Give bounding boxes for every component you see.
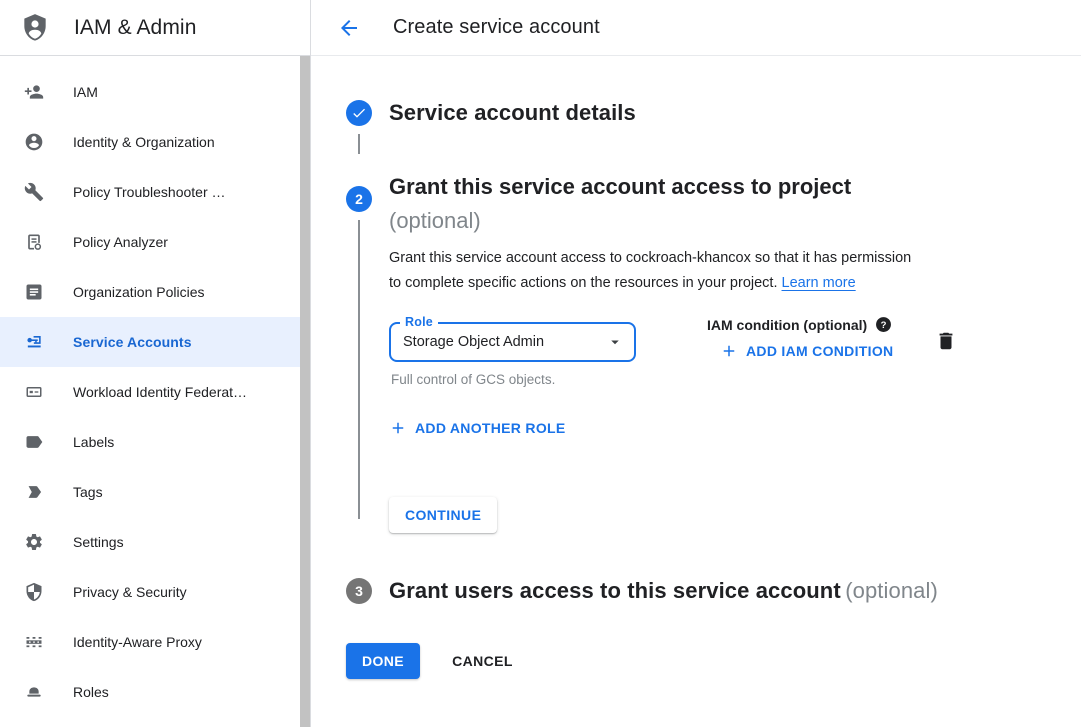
shield-icon	[24, 582, 44, 602]
sidebar-item-iam[interactable]: IAM	[0, 67, 311, 117]
stepper-content: Service account details 2 Grant this ser…	[311, 56, 1081, 679]
sidebar-item-policy-analyzer[interactable]: Policy Analyzer	[0, 217, 311, 267]
step2-optional-label: (optional)	[389, 204, 1051, 238]
sidebar-item-label: Identity-Aware Proxy	[73, 634, 202, 650]
app-window: IAM & Admin IAM Identity & Organization …	[0, 0, 1081, 727]
service-account-key-icon	[24, 332, 44, 352]
badge-card-icon	[24, 382, 44, 402]
role-row: Role Storage Object Admin Full control o…	[389, 322, 1051, 387]
wrench-icon	[24, 182, 44, 202]
add-iam-condition-label: ADD IAM CONDITION	[746, 343, 893, 359]
add-another-role-button[interactable]: ADD ANOTHER ROLE	[389, 419, 1051, 437]
sidebar-item-organization-policies[interactable]: Organization Policies	[0, 267, 311, 317]
sidebar-divider	[310, 0, 311, 727]
sidebar-item-tags[interactable]: Tags	[0, 467, 311, 517]
step3-title: Grant users access to this service accou…	[389, 578, 841, 603]
step3-number-badge: 3	[346, 578, 372, 604]
role-field-group: Role Storage Object Admin Full control o…	[389, 322, 636, 387]
role-select[interactable]: Role Storage Object Admin	[389, 322, 636, 362]
dropdown-arrow-icon	[606, 333, 624, 351]
sidebar-item-workload-identity-federation[interactable]: Workload Identity Federat…	[0, 367, 311, 417]
arrow-back-icon[interactable]	[337, 16, 361, 40]
sidebar-header: IAM & Admin	[0, 0, 311, 56]
svg-text:?: ?	[881, 320, 887, 331]
sidebar-item-label: Service Accounts	[73, 334, 192, 350]
sidebar-scrollbar-track[interactable]	[300, 56, 310, 727]
account-circle-icon	[24, 132, 44, 152]
role-selected-value: Storage Object Admin	[403, 334, 606, 350]
step2-rail: 2	[346, 170, 372, 533]
sidebar-item-label: Settings	[73, 534, 124, 550]
sidebar-item-label: Labels	[73, 434, 114, 450]
sidebar-item-privacy-security[interactable]: Privacy & Security	[0, 567, 311, 617]
role-field-label: Role	[400, 315, 438, 329]
add-another-role-label: ADD ANOTHER ROLE	[415, 420, 566, 436]
add-iam-condition-button[interactable]: ADD IAM CONDITION	[720, 342, 893, 360]
sidebar-item-roles[interactable]: Roles	[0, 667, 311, 717]
iam-condition-block: IAM condition (optional) ? ADD IAM CONDI…	[707, 316, 893, 387]
learn-more-link[interactable]: Learn more	[782, 275, 856, 291]
stepper-connector	[358, 134, 360, 154]
sidebar-nav: IAM Identity & Organization Policy Troub…	[0, 56, 311, 717]
policy-analyzer-icon	[24, 232, 44, 252]
step1-title: Service account details	[389, 100, 636, 125]
proxy-strip-icon	[24, 632, 44, 652]
sidebar-item-policy-troubleshooter[interactable]: Policy Troubleshooter …	[0, 167, 311, 217]
sidebar-item-label: Workload Identity Federat…	[73, 384, 247, 400]
form-actions: DONE CANCEL	[346, 643, 1051, 679]
plus-icon	[389, 419, 407, 437]
step2-number-badge: 2	[346, 186, 372, 212]
continue-button[interactable]: CONTINUE	[389, 497, 497, 533]
page-title: Create service account	[393, 16, 600, 39]
sidebar-item-label: IAM	[73, 84, 98, 100]
sidebar-item-service-accounts[interactable]: Service Accounts	[0, 317, 311, 367]
iam-condition-label: IAM condition (optional)	[707, 317, 867, 333]
page-header: Create service account	[311, 0, 1081, 56]
step1-completed-badge	[346, 100, 372, 126]
trash-icon[interactable]	[935, 330, 957, 352]
hat-icon	[24, 682, 44, 702]
person-add-icon	[24, 82, 44, 102]
iam-shield-person-icon	[19, 11, 51, 45]
step3-rail: 3	[346, 565, 372, 607]
step-service-account-details: Service account details	[346, 100, 1051, 154]
sidebar: IAM & Admin IAM Identity & Organization …	[0, 0, 311, 727]
sidebar-item-label: Identity & Organization	[73, 134, 215, 150]
sidebar-item-label: Roles	[73, 684, 109, 700]
main-panel: Create service account Service account d…	[311, 0, 1081, 727]
sidebar-item-labels[interactable]: Labels	[0, 417, 311, 467]
step-grant-users-access: 3 Grant users access to this service acc…	[346, 565, 1051, 607]
step1-rail	[346, 100, 372, 154]
sidebar-item-label: Privacy & Security	[73, 584, 187, 600]
tag-arrow-icon	[24, 482, 44, 502]
sidebar-item-label: Policy Analyzer	[73, 234, 168, 250]
sidebar-item-identity-aware-proxy[interactable]: Identity-Aware Proxy	[0, 617, 311, 667]
description-line-2: to complete specific actions on the reso…	[389, 275, 777, 291]
step-grant-access-to-project: 2 Grant this service account access to p…	[346, 170, 1051, 565]
help-icon[interactable]: ?	[875, 316, 892, 333]
sidebar-item-label: Organization Policies	[73, 284, 205, 300]
role-helper-text: Full control of GCS objects.	[389, 372, 636, 387]
done-button[interactable]: DONE	[346, 643, 420, 679]
label-icon	[24, 432, 44, 452]
product-title: IAM & Admin	[74, 16, 196, 40]
sidebar-item-label: Tags	[73, 484, 103, 500]
step2-description: Grant this service account access to coc…	[389, 246, 1051, 296]
check-icon	[351, 105, 367, 121]
stepper-connector	[358, 220, 360, 519]
sidebar-item-label: Policy Troubleshooter …	[73, 184, 226, 200]
step2-title: Grant this service account access to pro…	[389, 174, 851, 199]
gear-icon	[24, 532, 44, 552]
sidebar-scrollbar-thumb[interactable]	[300, 56, 310, 727]
description-line-1: Grant this service account access to coc…	[389, 250, 911, 266]
sidebar-item-settings[interactable]: Settings	[0, 517, 311, 567]
step3-optional-label: (optional)	[845, 578, 938, 603]
plus-icon	[720, 342, 738, 360]
document-list-icon	[24, 282, 44, 302]
cancel-button[interactable]: CANCEL	[436, 643, 529, 679]
sidebar-item-identity-organization[interactable]: Identity & Organization	[0, 117, 311, 167]
